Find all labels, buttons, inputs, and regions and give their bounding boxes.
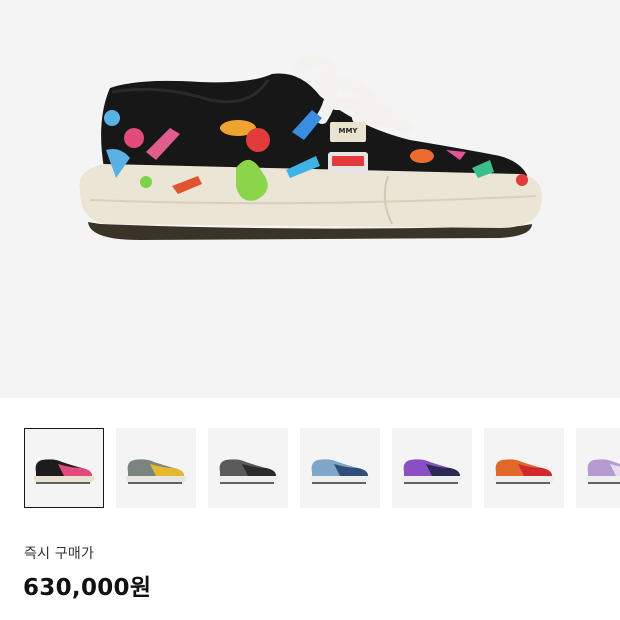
thumbnail-3[interactable]	[208, 428, 288, 508]
thumbnail-sneaker	[309, 459, 371, 484]
brand-tag-text: MMY	[338, 127, 358, 135]
thumbnail-sneaker	[217, 459, 279, 484]
shoe-sole	[79, 164, 543, 228]
thumbnail-7[interactable]	[576, 428, 620, 508]
thumbnail-1[interactable]	[24, 428, 104, 508]
thumbnail-sneaker	[33, 459, 95, 484]
thumbnail-4[interactable]	[300, 428, 380, 508]
instant-buy-price: 630,000원	[23, 575, 152, 601]
product-hero-image: MMY	[0, 0, 620, 398]
instant-buy-label: 즉시 구매가	[24, 546, 95, 562]
thumbnail-6[interactable]	[484, 428, 564, 508]
thumbnail-5[interactable]	[392, 428, 472, 508]
thumbnail-sneaker	[401, 459, 463, 484]
thumbnail-sneaker	[493, 459, 555, 484]
thumbnail-sneaker	[125, 459, 187, 484]
thumbnail-sneaker	[585, 459, 620, 484]
sneaker-illustration: MMY	[79, 54, 543, 240]
thumbnail-2[interactable]	[116, 428, 196, 508]
thumbnail-carousel	[0, 398, 620, 508]
